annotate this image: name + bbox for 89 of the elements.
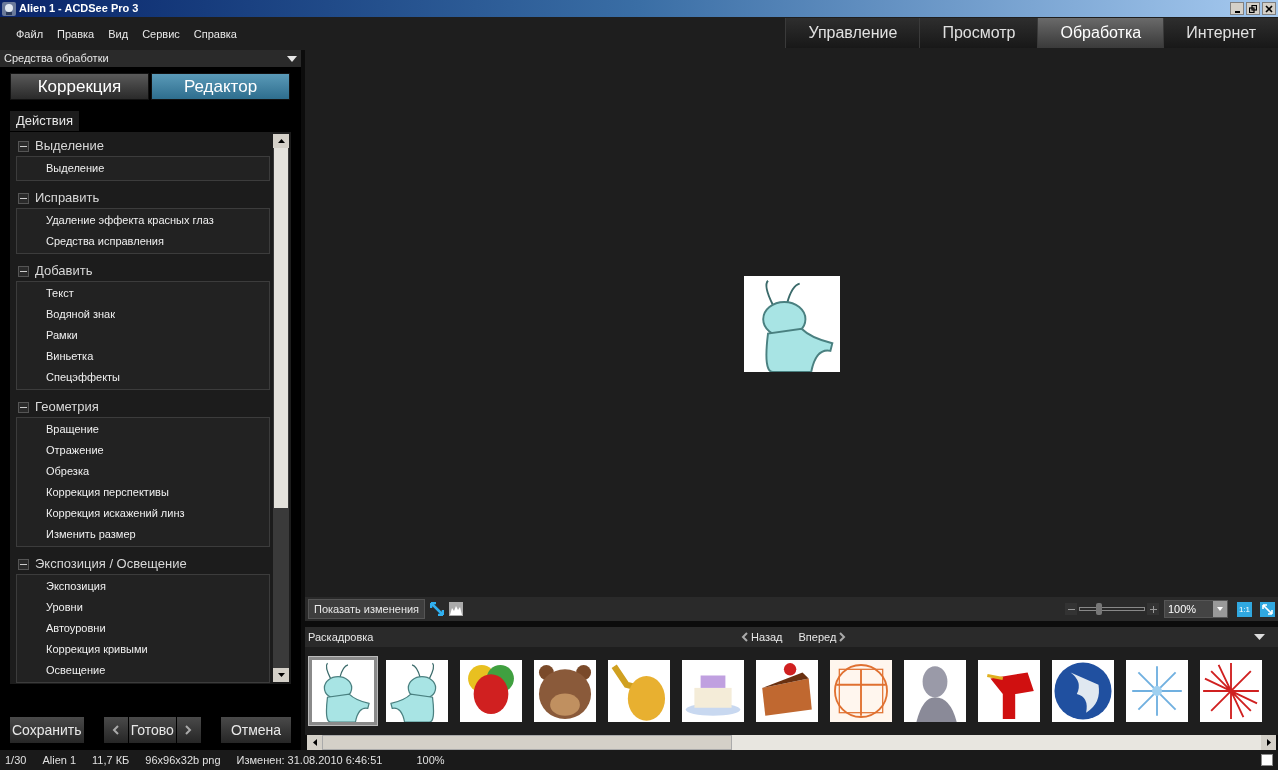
scroll-down-icon [277, 673, 285, 677]
menu-item[interactable]: Вид [108, 26, 129, 43]
zoom-slider-thumb[interactable] [1095, 603, 1102, 616]
action-item[interactable]: Коррекция кривыми [17, 639, 269, 660]
group-title: Экспозиция / Освещение [35, 555, 187, 574]
dropdown-arrow-icon[interactable] [1254, 634, 1265, 641]
action-item[interactable]: Удаление эффекта красных глаз [17, 210, 269, 231]
status-text: 11,7 КБ [92, 752, 130, 768]
actions-tab[interactable]: Действия [10, 111, 79, 131]
scroll-left-icon [312, 739, 317, 746]
group-title: Выделение [35, 137, 104, 156]
status-text: Изменен: 31.08.2010 6:46:51 [236, 752, 383, 768]
zoom-in-button[interactable] [1147, 603, 1159, 616]
action-item[interactable]: Коррекция перспективы [17, 482, 269, 503]
thumbnail[interactable] [308, 656, 378, 727]
back-button[interactable]: Назад [741, 628, 783, 646]
window-title: Alien 1 - ACDSee Pro 3 [19, 1, 139, 17]
dropdown-arrow-icon [1217, 607, 1223, 612]
zoom-value: 100% [1167, 601, 1197, 617]
minimize-icon [1234, 10, 1240, 13]
save-button[interactable]: Сохранить [10, 717, 84, 743]
menu-item[interactable]: Сервис [142, 26, 180, 43]
editor-tab[interactable]: Редактор [151, 73, 290, 100]
status-text: Alien 1 [42, 752, 77, 768]
mode-tab[interactable]: Просмотр [919, 18, 1038, 48]
cancel-button[interactable]: Отмена [221, 717, 291, 743]
action-item[interactable]: Изменить размер [17, 524, 269, 545]
scrollbar[interactable] [273, 134, 289, 682]
action-item[interactable]: Автоуровни [17, 618, 269, 639]
fit-to-window-icon[interactable] [1260, 601, 1275, 617]
group-title: Исправить [35, 189, 100, 208]
collapse-toggle[interactable] [18, 401, 29, 413]
action-item[interactable]: Коррекция искажений линз [17, 503, 269, 524]
mode-tab[interactable]: Обработка [1037, 18, 1164, 48]
chevron-right-icon [839, 632, 847, 643]
zoom-slider[interactable] [1079, 603, 1145, 616]
mode-tab[interactable]: Интернет [1163, 18, 1278, 48]
previous-button[interactable] [103, 717, 128, 743]
menu-item[interactable]: Справка [193, 26, 237, 43]
scroll-right-icon [1266, 739, 1271, 746]
action-item[interactable]: Экспозиция [17, 576, 269, 597]
action-item[interactable]: Уровни [17, 597, 269, 618]
chevron-left-icon [112, 725, 120, 735]
next-button[interactable] [176, 717, 201, 743]
status-text: 1/30 [5, 752, 27, 768]
action-item[interactable]: Отражение [17, 440, 269, 461]
status-text: 96x96x32b png [145, 752, 221, 768]
done-button[interactable]: Готово [128, 717, 176, 743]
close-icon [1265, 4, 1273, 13]
group-title: Геометрия [35, 398, 99, 417]
action-item[interactable]: Средства исправления [17, 231, 269, 252]
menu-item[interactable]: Правка [57, 26, 95, 43]
show-changes-button[interactable]: Показать изменения [308, 599, 426, 620]
editor-tab[interactable]: Коррекция [10, 73, 149, 100]
action-item[interactable]: Освещение [17, 660, 269, 681]
collapse-toggle[interactable] [18, 265, 29, 277]
fit-arrows-icon[interactable] [430, 602, 445, 617]
histogram-icon[interactable] [449, 602, 464, 617]
app-icon [2, 1, 16, 16]
forward-button[interactable]: Вперед [798, 628, 847, 646]
restore-icon [1249, 4, 1257, 13]
action-item[interactable]: Рамки [17, 325, 269, 346]
action-item[interactable]: Текст [17, 283, 269, 304]
minimize-button[interactable] [1230, 2, 1244, 15]
status-checkbox[interactable] [1261, 754, 1273, 766]
zoom-out-button[interactable] [1065, 603, 1077, 616]
restore-button[interactable] [1246, 2, 1260, 15]
status-text: 100% [416, 752, 445, 768]
chevron-right-icon [185, 725, 193, 735]
action-item[interactable]: Вращение [17, 419, 269, 440]
close-button[interactable] [1262, 2, 1276, 15]
dropdown-arrow-icon[interactable] [287, 55, 297, 62]
chevron-left-icon [741, 632, 748, 643]
action-item[interactable]: Виньетка [17, 346, 269, 367]
group-title: Добавить [35, 262, 93, 281]
collapse-toggle[interactable] [18, 140, 29, 152]
horizontal-scrollbar[interactable] [307, 735, 1276, 750]
menu-item[interactable]: Файл [16, 26, 44, 43]
scroll-up-icon [277, 139, 285, 143]
action-item[interactable]: Обрезка [17, 461, 269, 482]
action-item[interactable]: Выделение [17, 158, 269, 179]
panel-title: Средства обработки [4, 51, 109, 67]
collapse-toggle[interactable] [18, 558, 29, 570]
action-item[interactable]: Спецэффекты [17, 367, 269, 388]
filmstrip-title: Раскадровка [308, 629, 375, 645]
collapse-toggle[interactable] [18, 192, 29, 204]
action-item[interactable]: Водяной знак [17, 304, 269, 325]
zoom-dropdown[interactable]: 100% [1164, 600, 1228, 619]
mode-tab[interactable]: Управление [785, 18, 920, 48]
